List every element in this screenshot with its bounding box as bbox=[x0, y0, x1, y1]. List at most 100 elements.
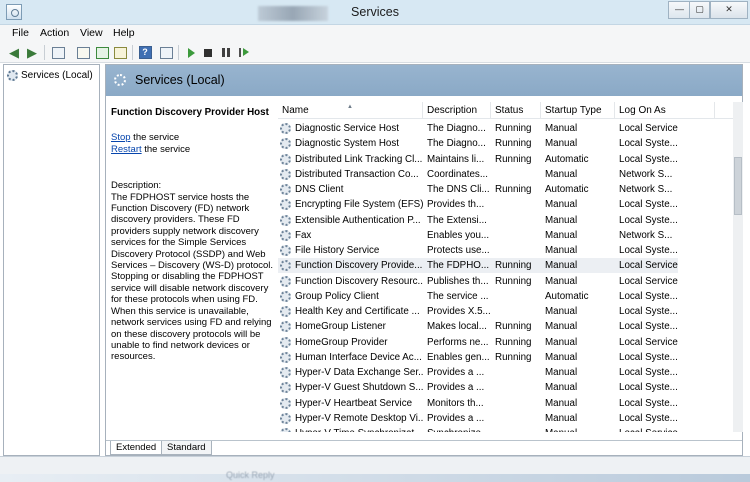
stop-link[interactable]: Stop bbox=[111, 132, 131, 143]
cell-name: Health Key and Certificate ... bbox=[295, 306, 420, 317]
tab-extended[interactable]: Extended bbox=[110, 441, 163, 455]
refresh-icon[interactable] bbox=[94, 45, 110, 60]
table-row[interactable]: Function Discovery Resourc... Publishes t… bbox=[278, 274, 678, 289]
table-row[interactable]: HomeGroup Provider Performs ne... Running M… bbox=[278, 335, 678, 350]
gear-icon bbox=[280, 306, 291, 317]
column-header-name[interactable]: ▲ Name bbox=[278, 102, 423, 119]
cell-name: Hyper-V Remote Desktop Vi... bbox=[295, 412, 423, 424]
cell-startup-type: Manual bbox=[545, 351, 578, 363]
cell-status: Running bbox=[495, 184, 532, 195]
table-row[interactable]: Diagnostic System Host The Diagno... Runni… bbox=[278, 136, 678, 151]
cell-name: Function Discovery Resourc... bbox=[295, 275, 423, 287]
restart-link[interactable]: Restart bbox=[111, 144, 142, 155]
export-list-icon[interactable] bbox=[112, 45, 128, 60]
table-row[interactable]: Function Discovery Provide... The FDPHO..… bbox=[278, 258, 678, 274]
cell-startup-type: Manual bbox=[545, 260, 578, 272]
table-row[interactable]: Diagnostic Service Host The Diagno... Runn… bbox=[278, 121, 678, 136]
table-row[interactable]: File History Service Protects use... Manua… bbox=[278, 243, 678, 258]
table-row[interactable]: DNS Client The DNS Cli... Running Automatic… bbox=[278, 182, 678, 197]
table-row[interactable]: Human Interface Device Ac... Enables gen.… bbox=[278, 350, 678, 365]
list-header: ▲ Name Description Status Startup Type L… bbox=[278, 102, 742, 119]
gear-icon bbox=[280, 336, 291, 348]
table-row[interactable]: Extensible Authentication P... The Extens… bbox=[278, 213, 678, 228]
cell-status: Running bbox=[495, 138, 532, 150]
cell-log-on-as: Network S... bbox=[619, 229, 673, 241]
minimize-button[interactable]: — bbox=[668, 1, 691, 19]
menu-bar: File Action View Help bbox=[0, 25, 750, 42]
console-tree-icon[interactable] bbox=[50, 45, 66, 60]
column-header-startup-type[interactable]: Startup Type bbox=[541, 102, 615, 119]
cell-description: Monitors th... bbox=[427, 397, 484, 409]
cell-startup-type: Manual bbox=[545, 306, 578, 317]
forward-arrow-icon[interactable]: ▶ bbox=[24, 45, 40, 60]
cell-log-on-as: Local Syste... bbox=[619, 321, 678, 333]
stop-service-icon[interactable] bbox=[200, 45, 216, 60]
cell-description: Provides th... bbox=[427, 199, 485, 211]
services-pane: Services (Local) Function Discovery Prov… bbox=[105, 64, 743, 456]
gear-icon bbox=[280, 184, 291, 195]
table-row[interactable]: Fax Enables you... Manual Network S... bbox=[278, 228, 678, 243]
menu-action[interactable]: Action bbox=[40, 27, 69, 39]
table-row[interactable]: Hyper-V Heartbeat Service Monitors th... M… bbox=[278, 396, 678, 411]
restart-service-icon[interactable] bbox=[236, 45, 252, 60]
cell-description: The Extensi... bbox=[427, 214, 487, 226]
menu-help[interactable]: Help bbox=[113, 27, 135, 39]
tree-item-services-local[interactable]: Services (Local) bbox=[7, 69, 93, 82]
cell-description: Performs ne... bbox=[427, 336, 489, 348]
cell-startup-type: Manual bbox=[545, 214, 578, 226]
cell-description: Synchronize... bbox=[427, 426, 491, 432]
cell-description: Provides a ... bbox=[427, 367, 485, 378]
cell-name: Hyper-V Time Synchronizat... bbox=[295, 426, 423, 432]
toolbar-separator bbox=[132, 45, 133, 60]
back-arrow-icon[interactable]: ◀ bbox=[6, 45, 22, 60]
menu-file[interactable]: File bbox=[12, 27, 29, 39]
cell-log-on-as: Local Service bbox=[619, 123, 678, 134]
gear-icon bbox=[7, 70, 18, 81]
table-row[interactable]: Health Key and Certificate ... Provides X… bbox=[278, 304, 678, 319]
column-header-log-on-as[interactable]: Log On As bbox=[615, 102, 715, 119]
maximize-button[interactable]: ▢ bbox=[689, 1, 710, 19]
view-tabs: Extended Standard bbox=[106, 440, 742, 455]
tab-standard[interactable]: Standard bbox=[161, 441, 212, 455]
table-row[interactable]: Distributed Link Tracking Cl... Maintains… bbox=[278, 152, 678, 167]
table-row[interactable]: Hyper-V Data Exchange Ser... Provides a .… bbox=[278, 365, 678, 380]
cell-name: Diagnostic System Host bbox=[295, 138, 399, 150]
table-row[interactable]: Distributed Transaction Co... Coordinates… bbox=[278, 167, 678, 182]
cell-log-on-as: Local Syste... bbox=[619, 412, 678, 424]
start-service-icon[interactable] bbox=[183, 45, 199, 60]
cell-name: HomeGroup Listener bbox=[295, 321, 386, 333]
cell-startup-type: Automatic bbox=[545, 290, 589, 302]
cell-startup-type: Manual bbox=[545, 367, 578, 378]
cell-name: Distributed Transaction Co... bbox=[295, 168, 419, 180]
close-button[interactable]: ✕ bbox=[710, 1, 748, 19]
table-row[interactable]: Hyper-V Time Synchronizat... Synchronize.… bbox=[278, 426, 678, 432]
help-icon[interactable]: ? bbox=[137, 45, 153, 60]
cell-log-on-as: Local Syste... bbox=[619, 214, 678, 226]
table-row[interactable]: Hyper-V Remote Desktop Vi... Provides a .… bbox=[278, 411, 678, 426]
cell-startup-type: Manual bbox=[545, 199, 578, 211]
table-row[interactable]: HomeGroup Listener Makes local... Running M… bbox=[278, 319, 678, 334]
pause-service-icon[interactable] bbox=[218, 45, 234, 60]
cell-description: Provides a ... bbox=[427, 412, 485, 424]
column-header-description[interactable]: Description bbox=[423, 102, 491, 119]
description-text: The FDPHOST service hosts the Function D… bbox=[111, 191, 274, 363]
cell-name: Extensible Authentication P... bbox=[295, 214, 421, 226]
table-row[interactable]: Hyper-V Guest Shutdown S... Provides a ..… bbox=[278, 380, 678, 395]
gear-icon bbox=[280, 199, 291, 211]
table-row[interactable]: Group Policy Client The service ... Automa… bbox=[278, 289, 678, 304]
table-row[interactable]: Encrypting File System (EFS) Provides th.… bbox=[278, 197, 678, 212]
column-header-status[interactable]: Status bbox=[491, 102, 541, 119]
cell-description: Provides X.5... bbox=[427, 306, 491, 317]
cell-description: The DNS Cli... bbox=[427, 184, 490, 195]
gear-icon bbox=[280, 260, 291, 272]
gear-icon bbox=[280, 428, 291, 432]
menu-view[interactable]: View bbox=[80, 27, 103, 39]
cell-description: Protects use... bbox=[427, 245, 490, 256]
scrollbar-thumb[interactable] bbox=[734, 157, 742, 215]
cell-log-on-as: Local Syste... bbox=[619, 351, 678, 363]
console-view-icon[interactable] bbox=[158, 45, 174, 60]
vertical-scrollbar[interactable] bbox=[733, 102, 743, 432]
cell-name: File History Service bbox=[295, 245, 380, 256]
properties-icon[interactable] bbox=[75, 45, 91, 60]
cell-startup-type: Automatic bbox=[545, 184, 589, 195]
